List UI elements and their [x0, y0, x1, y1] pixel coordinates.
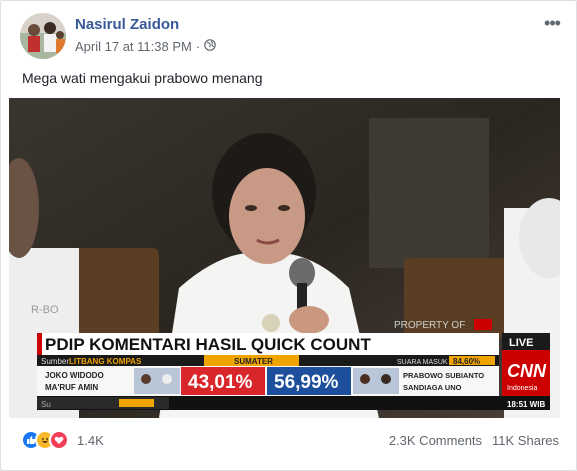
reaction-count[interactable]: 1.4K [77, 433, 104, 448]
video-frame: R-BO PROPERTY OF PDIP KOMENTARI HASIL QU… [9, 98, 560, 418]
news-headline: PDIP KOMENTARI HASIL QUICK COUNT [45, 335, 371, 354]
watermark-text: R-BO [31, 304, 59, 316]
live-badge: LIVE [509, 337, 533, 349]
globe-icon [204, 39, 216, 54]
candidate-right-1: PRABOWO SUBIANTO [403, 371, 484, 380]
post-text: Mega wati mengakui prabowo menang [22, 70, 263, 86]
votes-label: SUARA MASUK [397, 359, 448, 366]
percent-left: 43,01% [188, 372, 253, 393]
region-label: SUMATER [234, 357, 273, 366]
avatar[interactable] [20, 13, 66, 59]
broadcast-clock: 18:51 WIB [507, 400, 545, 409]
candidate-right-2: SANDIAGA UNO [403, 383, 462, 392]
love-icon [49, 430, 69, 450]
engagement-stats: 2.3K Comments 11K Shares [389, 433, 559, 448]
comments-count[interactable]: 2.3K Comments [389, 433, 482, 448]
cnn-logo-text: CNN [507, 361, 547, 381]
reactions-summary[interactable]: 1.4K [21, 430, 104, 450]
source-label: Sumber: [41, 357, 71, 366]
cnn-sub-text: Indonesia [507, 385, 537, 392]
source-name: LITBANG KOMPAS [69, 357, 142, 366]
more-options-icon[interactable]: ••• [542, 13, 562, 33]
ticker-label: Su [41, 400, 51, 409]
post-timestamp[interactable]: April 17 at 11:38 PM [75, 39, 192, 54]
meta-separator: · [195, 39, 201, 54]
candidate-left-2: MA'RUF AMIN [45, 383, 98, 392]
property-tag: PROPERTY OF [394, 320, 465, 331]
candidates-right-photo [353, 368, 399, 394]
votes-percent: 84,60% [453, 357, 480, 366]
video-player[interactable]: R-BO PROPERTY OF PDIP KOMENTARI HASIL QU… [9, 98, 560, 418]
post-card: Nasirul Zaidon April 17 at 11:38 PM · ••… [0, 0, 577, 471]
candidates-left-photo [134, 368, 180, 394]
percent-right: 56,99% [274, 372, 339, 393]
post-meta: April 17 at 11:38 PM · [75, 39, 216, 54]
author-name[interactable]: Nasirul Zaidon [75, 16, 179, 33]
shares-count[interactable]: 11K Shares [492, 433, 559, 448]
candidate-left-1: JOKO WIDODO [45, 371, 104, 380]
